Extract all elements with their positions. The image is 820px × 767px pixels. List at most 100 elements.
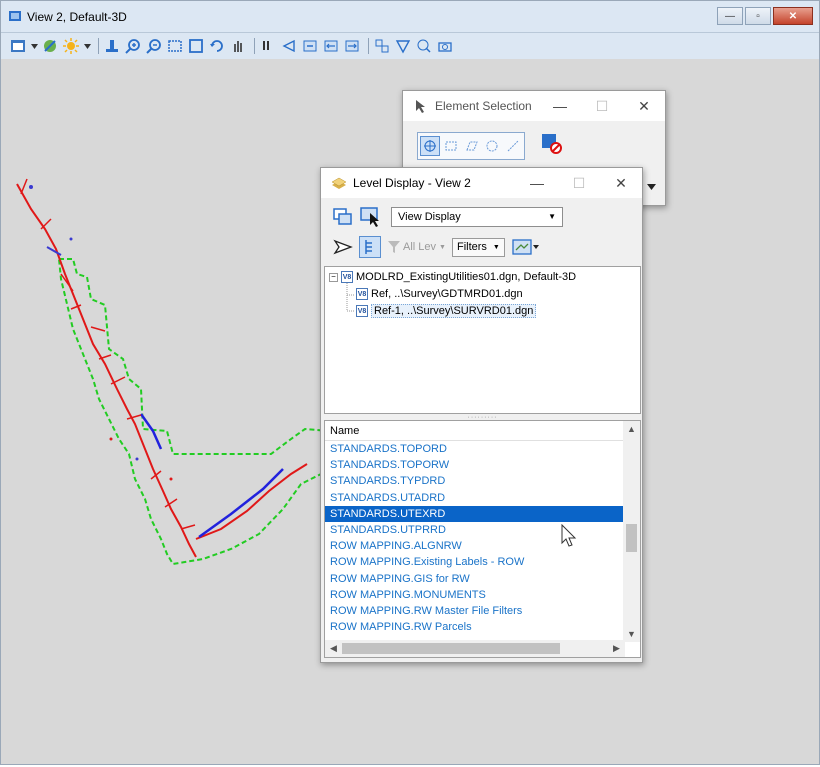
element-selection-titlebar[interactable]: Element Selection — ☐ ✕ [403,91,665,121]
scroll-up-icon[interactable]: ▲ [623,421,640,437]
microstation-view-icon [9,11,21,21]
expand-arrow-icon[interactable] [647,181,656,193]
circle-select-icon[interactable] [482,136,502,156]
pan-view-icon[interactable] [229,37,247,55]
level-item[interactable]: STANDARDS.TYPDRD [325,473,625,489]
horizontal-scrollbar[interactable]: ◀ ▶ [325,640,625,657]
element-selection-icon [416,100,425,113]
clear-clip-icon[interactable] [415,37,433,55]
level-item[interactable]: STANDARDS.TOPORW [325,457,625,473]
dgn-file-icon: V8 [356,288,368,300]
window-area-icon[interactable] [166,37,184,55]
chevron-down-icon[interactable] [30,37,38,55]
reference-tree: − V8 MODLRD_ExistingUtilities01.dgn, Def… [324,266,641,414]
filters-dropdown[interactable]: Filters ▼ [451,237,505,257]
level-item[interactable]: ROW MAPPING.MONUMENTS [325,587,625,603]
display-mode-value: View Display [398,211,461,223]
level-item[interactable]: ROW MAPPING.RW Parcels [325,619,625,635]
view-group-icon[interactable] [331,206,355,228]
selection-method-group [417,132,525,160]
filters-label: Filters [456,241,487,253]
level-item[interactable]: STANDARDS.UTADRD [325,490,625,506]
chevron-down-icon: ▼ [492,243,500,251]
level-display-title: Level Display - View 2 [353,176,471,190]
element-selection-maximize-button[interactable]: ☐ [581,91,623,121]
element-selection-minimize-button[interactable]: — [539,91,581,121]
level-display-minimize-button[interactable]: — [516,168,558,198]
view-attributes-icon[interactable] [9,37,27,55]
dgn-file-icon: V8 [356,305,368,317]
view-next-icon[interactable] [301,37,319,55]
vertical-scroll-thumb[interactable] [626,524,637,552]
minimize-button[interactable]: — [717,7,743,25]
all-levels-label: All Lev [403,241,437,253]
zoom-in-icon[interactable] [124,37,142,55]
display-style-icon[interactable] [41,37,59,55]
vertical-scrollbar[interactable]: ▲ ▼ [623,421,640,642]
level-item-selected[interactable]: STANDARDS.UTEXRD [325,505,625,522]
brightness-icon[interactable] [62,37,80,55]
restore-button[interactable]: ▫ [745,7,771,25]
tree-view-toggle-icon[interactable] [359,236,381,258]
camera-icon[interactable] [436,37,454,55]
update-view-icon[interactable] [103,37,121,55]
level-tools-icon[interactable] [331,236,355,258]
scroll-left-icon[interactable]: ◀ [325,640,342,657]
shape-select-icon[interactable] [462,136,482,156]
level-display-icon [331,177,347,189]
display-mode-select[interactable]: View Display ▼ [391,207,563,227]
level-item[interactable]: ROW MAPPING.ALGNRW [325,538,625,554]
level-item[interactable]: STANDARDS.UTPRRD [325,522,625,538]
level-display-maximize-button[interactable]: ☐ [558,168,600,198]
clip-mask-icon[interactable] [394,37,412,55]
horizontal-scroll-thumb[interactable] [342,643,560,654]
level-item[interactable]: ROW MAPPING.RW Master File Filters [325,603,625,619]
level-item[interactable]: ROW MAPPING.Existing Labels - ROW [325,554,625,570]
zoom-out-icon[interactable] [145,37,163,55]
level-display-titlebar[interactable]: Level Display - View 2 — ☐ ✕ [321,168,642,198]
level-display-top-row: View Display ▼ [331,206,563,228]
view-titlebar[interactable]: View 2, Default-3D — ▫ ✕ [1,1,819,33]
toolbar-separator [368,38,369,54]
copy-view-icon[interactable] [322,37,340,55]
funnel-icon [388,241,400,253]
clear-selection-icon[interactable] [541,133,563,155]
view-control-toolbar [1,33,819,59]
tree-root-label: MODLRD_ExistingUtilities01.dgn, Default-… [356,271,577,283]
walk-icon[interactable] [259,37,277,55]
element-selection-title: Element Selection [435,99,532,113]
mouse-cursor-icon [561,524,577,547]
level-display-close-button[interactable]: ✕ [600,168,642,198]
fit-view-icon[interactable] [187,37,205,55]
all-levels-filter[interactable]: All Lev ▼ [387,240,446,254]
tree-child-label: Ref, ..\Survey\GDTMRD01.dgn [371,288,523,300]
tree-child-label: Ref-1, ..\Survey\SURVRD01.dgn [371,304,537,318]
levels-list: Name STANDARDS.TOPORD STANDARDS.TOPORW S… [324,420,641,658]
line-select-icon[interactable] [503,136,523,156]
individual-select-icon[interactable] [420,136,440,156]
view-previous-icon[interactable] [280,37,298,55]
chevron-down-icon: ▼ [439,243,446,251]
clip-volume-icon[interactable] [373,37,391,55]
window-controls: — ▫ ✕ [715,7,813,25]
scroll-right-icon[interactable]: ▶ [608,640,625,657]
block-select-icon[interactable] [441,136,461,156]
level-item[interactable]: ROW MAPPING.GIS for RW [325,571,625,587]
toolbar-separator [98,38,99,54]
chevron-down-icon[interactable] [83,37,91,55]
tree-child-node[interactable]: V8 Ref, ..\Survey\GDTMRD01.dgn [356,288,523,300]
element-selection-close-button[interactable]: ✕ [623,91,665,121]
copy-view-right-icon[interactable] [343,37,361,55]
level-display-options-icon[interactable] [511,236,541,258]
toolbar-separator [254,38,255,54]
level-item[interactable]: STANDARDS.TOPORD [325,441,625,457]
tree-child-node-selected[interactable]: V8 Ref-1, ..\Survey\SURVRD01.dgn [356,304,537,318]
rotate-view-icon[interactable] [208,37,226,55]
chevron-down-icon: ▼ [548,212,556,221]
level-display-dialog: Level Display - View 2 — ☐ ✕ View Displa… [320,167,643,663]
close-button[interactable]: ✕ [773,7,813,25]
name-column-header[interactable]: Name [325,421,640,441]
scroll-down-icon[interactable]: ▼ [623,626,640,642]
select-view-icon[interactable] [359,206,383,228]
view-title: View 2, Default-3D [27,10,127,24]
